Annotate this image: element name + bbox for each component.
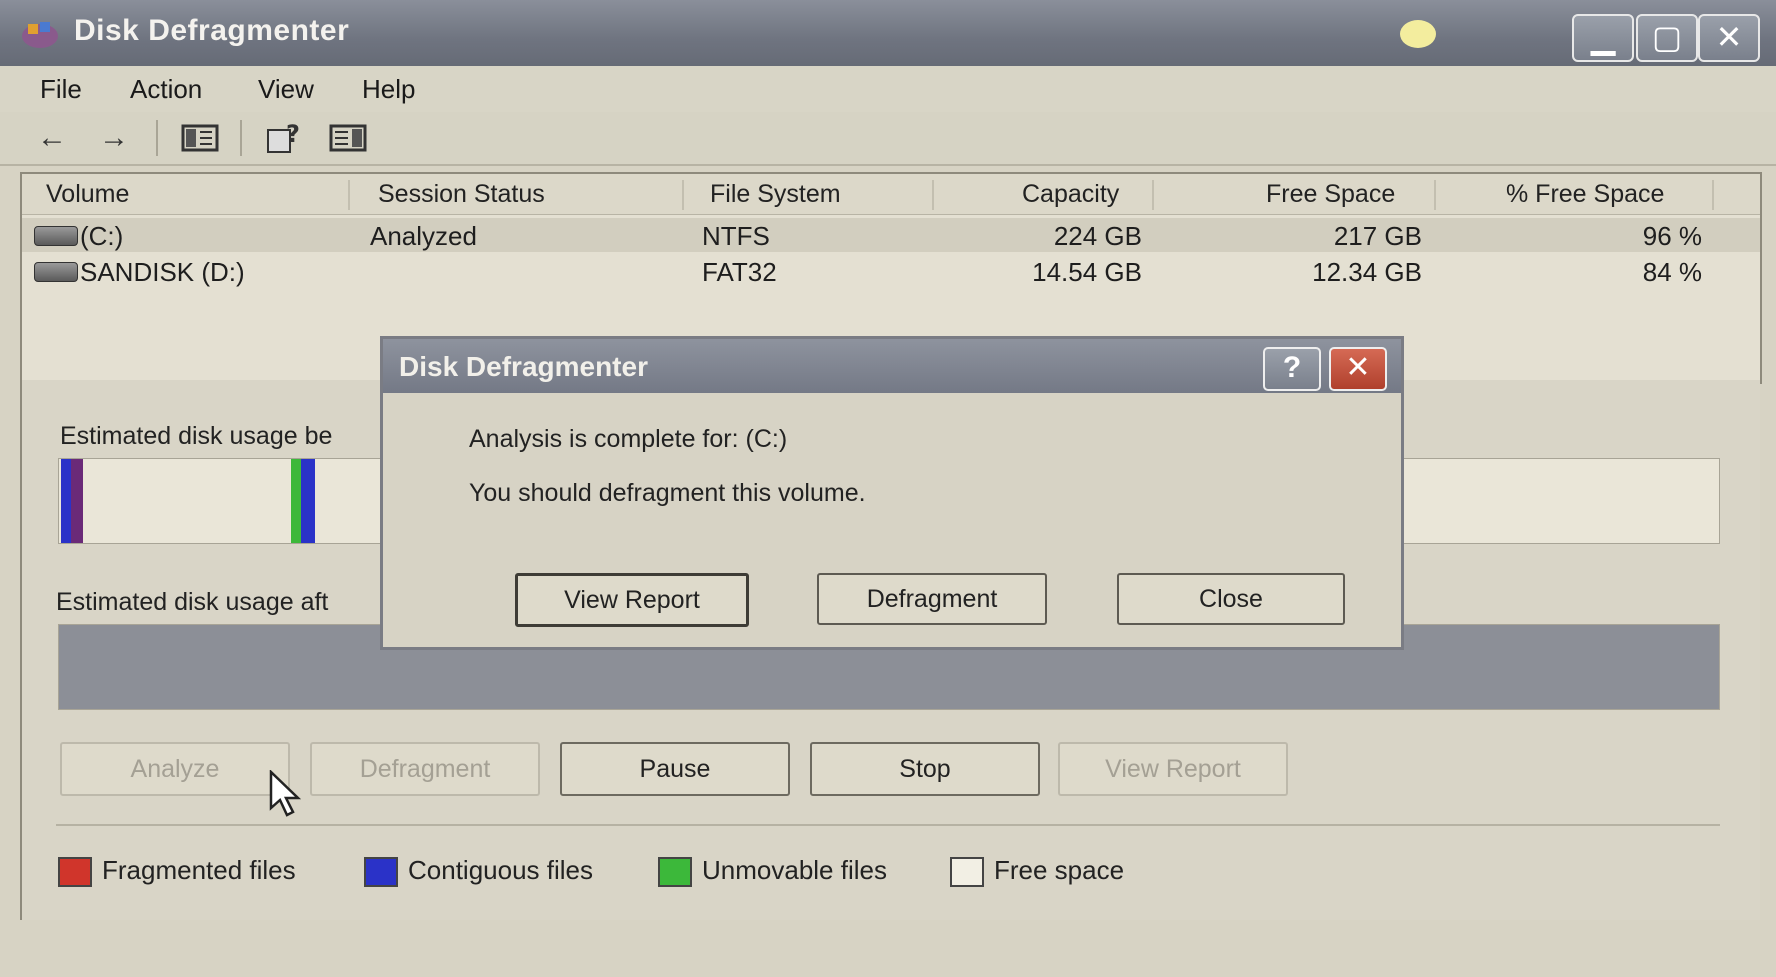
capacity: 14.54 GB [1032,257,1142,287]
capacity: 224 GB [1053,221,1142,251]
window-title: Disk Defragmenter [74,14,350,47]
show-hide-console-tree-icon[interactable] [180,120,220,156]
menu-bar: File Action View Help [0,66,1776,112]
dialog-view-report-button[interactable]: View Report [515,573,749,627]
session-status: Analyzed [370,221,477,251]
show-hide-action-pane-icon[interactable] [328,120,368,156]
free-space-swatch [950,857,984,887]
column-free-space[interactable]: Free Space [1266,180,1395,209]
toolbar: ← → ? [0,112,1776,166]
legend-divider [56,824,1720,826]
volume-name: (C:) [80,221,124,251]
analyze-button[interactable]: Analyze [60,742,290,796]
forward-arrow-icon[interactable]: → [94,120,134,156]
dialog-close-button[interactable]: Close [1117,573,1345,625]
stop-button[interactable]: Stop [810,742,1040,796]
view-report-button[interactable]: View Report [1058,742,1288,796]
volume-list-header: Volume Session Status File System Capaci… [22,174,1760,215]
dialog-title-bar[interactable]: Disk Defragmenter ? ✕ [383,339,1401,393]
analysis-complete-message: Analysis is complete for: (C:) [469,425,788,453]
column-volume[interactable]: Volume [46,180,129,209]
hard-drive-icon [34,226,78,246]
menu-view[interactable]: View [258,74,314,105]
disk-defragmenter-window: Disk Defragmenter ▁ ▢ ✕ File Action View… [0,0,1776,977]
mouse-cursor-icon [269,770,302,817]
column-capacity[interactable]: Capacity [1022,180,1119,209]
free-space: 217 GB [1333,221,1422,251]
usage-before-label: Estimated disk usage be [60,422,333,450]
usage-after-label: Estimated disk usage aft [56,588,329,616]
percent-free-space: 96 % [1642,221,1702,251]
menu-action[interactable]: Action [130,74,202,105]
volume-name: SANDISK (D:) [80,257,245,287]
file-system: NTFS [702,221,770,251]
free-space-label: Free space [994,855,1125,885]
defragmenter-app-icon [22,22,58,48]
dialog-help-button[interactable]: ? [1263,347,1321,391]
fragmented-files-swatch [58,857,92,887]
column-file-system[interactable]: File System [710,180,841,209]
dialog-defragment-button[interactable]: Defragment [817,573,1047,625]
column-divider[interactable] [1712,180,1714,210]
title-bar[interactable]: Disk Defragmenter ▁ ▢ ✕ [0,0,1776,66]
column-divider[interactable] [682,180,684,210]
usb-drive-icon [34,262,78,282]
fragmented-files-label: Fragmented files [102,855,296,885]
svg-text:?: ? [286,120,300,148]
percent-free-space: 84 % [1642,257,1702,287]
column-divider[interactable] [1434,180,1436,210]
column-percent-free-space[interactable]: % Free Space [1506,180,1664,209]
menu-file[interactable]: File [40,74,82,105]
contiguous-files-label: Contiguous files [408,855,593,885]
volume-row-d[interactable]: SANDISK (D:) FAT32 14.54 GB 12.34 GB 84 … [22,254,1760,288]
column-divider[interactable] [932,180,934,210]
close-window-button[interactable]: ✕ [1698,14,1760,62]
analysis-complete-dialog: Disk Defragmenter ? ✕ Analysis is comple… [380,336,1404,650]
unmovable-files-swatch [658,857,692,887]
maximize-button[interactable]: ▢ [1636,14,1698,62]
contiguous-segment [301,459,315,543]
column-divider[interactable] [1152,180,1154,210]
back-arrow-icon[interactable]: ← [32,120,72,156]
volume-row-c[interactable]: (C:) Analyzed NTFS 224 GB 217 GB 96 % [22,218,1760,252]
contiguous-segment [61,459,71,543]
toolbar-separator [156,120,158,156]
menu-help[interactable]: Help [362,74,415,105]
defragment-button[interactable]: Defragment [310,742,540,796]
fragmented-segment [71,459,83,543]
contiguous-files-swatch [364,857,398,887]
dialog-title: Disk Defragmenter [399,351,648,382]
glare-spot [1400,20,1436,48]
column-session-status[interactable]: Session Status [378,180,545,209]
pause-button[interactable]: Pause [560,742,790,796]
unmovable-segment [291,459,301,543]
column-divider[interactable] [348,180,350,210]
unmovable-files-label: Unmovable files [702,855,887,885]
recommendation-message: You should defragment this volume. [469,479,866,507]
dialog-close-icon[interactable]: ✕ [1329,347,1387,391]
file-system: FAT32 [702,257,777,287]
help-icon[interactable]: ? [264,120,304,156]
toolbar-separator [240,120,242,156]
free-space: 12.34 GB [1312,257,1422,287]
minimize-button[interactable]: ▁ [1572,14,1634,62]
